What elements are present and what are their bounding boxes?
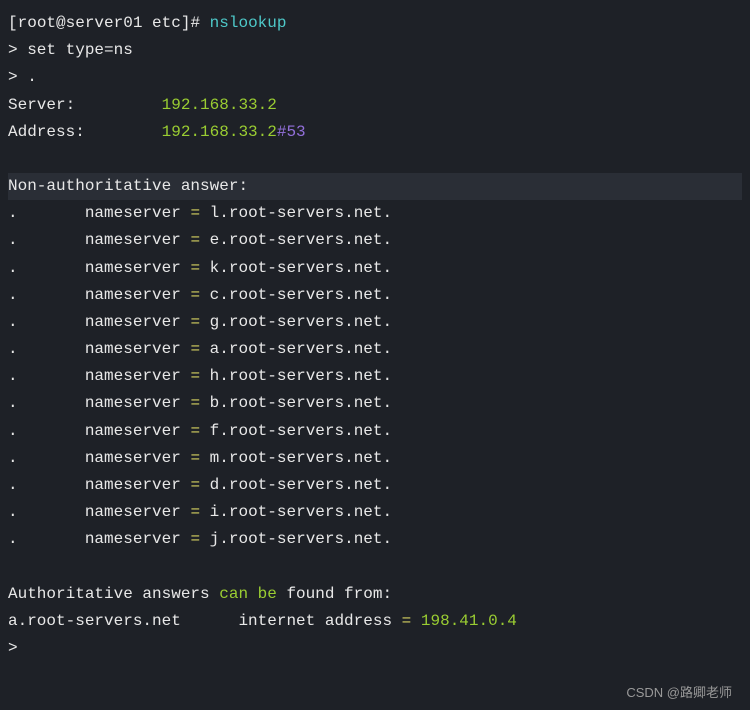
root-dot: . <box>8 204 18 222</box>
root-dot: . <box>8 231 18 249</box>
input-text: set type=ns <box>27 41 133 59</box>
root-dot: . <box>8 503 18 521</box>
nameserver-row: . nameserver = e.root-servers.net. <box>8 227 742 254</box>
input-text: . <box>27 68 37 86</box>
ns-label: nameserver <box>85 422 181 440</box>
ns-label: nameserver <box>85 503 181 521</box>
root-dot: . <box>8 476 18 494</box>
nameserver-row: . nameserver = j.root-servers.net. <box>8 526 742 553</box>
equals-sign: = <box>190 204 200 222</box>
prompt-marker: > <box>8 41 27 59</box>
ns-value: a.root-servers.net. <box>210 340 392 358</box>
equals-sign: = <box>190 449 200 467</box>
equals-sign: = <box>190 530 200 548</box>
ns-value: i.root-servers.net. <box>210 503 392 521</box>
equals-sign: = <box>190 422 200 440</box>
auth-footer-line: Authoritative answers can be found from: <box>8 581 742 608</box>
equals-sign: = <box>190 503 200 521</box>
port-number: 53 <box>286 123 305 141</box>
equals-sign: = <box>402 612 412 630</box>
ns-label: nameserver <box>85 530 181 548</box>
nameserver-row: . nameserver = g.root-servers.net. <box>8 309 742 336</box>
root-dot: . <box>8 340 18 358</box>
command-text: nslookup <box>210 14 287 32</box>
bracket-open: [ <box>8 14 18 32</box>
auth-text-1: Authoritative answers <box>8 585 219 603</box>
equals-sign: = <box>190 286 200 304</box>
nameserver-row: . nameserver = k.root-servers.net. <box>8 255 742 282</box>
ns-value: l.root-servers.net. <box>210 204 392 222</box>
ns-value: m.root-servers.net. <box>210 449 392 467</box>
ns-value: h.root-servers.net. <box>210 367 392 385</box>
hash-symbol: # <box>277 123 287 141</box>
nameserver-row: . nameserver = b.root-servers.net. <box>8 390 742 417</box>
prompt-symbol: > <box>8 639 18 657</box>
equals-sign: = <box>190 259 200 277</box>
root-dot: . <box>8 394 18 412</box>
nameserver-row: . nameserver = f.root-servers.net. <box>8 418 742 445</box>
nameserver-row: . nameserver = a.root-servers.net. <box>8 336 742 363</box>
address-line: Address: 192.168.33.2#53 <box>8 119 742 146</box>
ns-label: nameserver <box>85 286 181 304</box>
equals-sign: = <box>190 340 200 358</box>
input-line: > . <box>8 64 742 91</box>
bracket-close: ]# <box>181 14 210 32</box>
equals-sign: = <box>190 231 200 249</box>
ns-label: nameserver <box>85 367 181 385</box>
nameserver-row: . nameserver = d.root-servers.net. <box>8 472 742 499</box>
root-dot: . <box>8 259 18 277</box>
non-auth-text: Non-authoritative answer: <box>8 177 248 195</box>
nameserver-row: . nameserver = h.root-servers.net. <box>8 363 742 390</box>
equals-sign: = <box>190 313 200 331</box>
root-dot: . <box>8 286 18 304</box>
user-host: root@server01 etc <box>18 14 181 32</box>
ns-value: d.root-servers.net. <box>210 476 392 494</box>
input-line: > set type=ns <box>8 37 742 64</box>
ns-value: b.root-servers.net. <box>210 394 392 412</box>
ns-label: nameserver <box>85 313 181 331</box>
ns-label: nameserver <box>85 476 181 494</box>
ns-value: k.root-servers.net. <box>210 259 392 277</box>
address-ip: 192.168.33.2 <box>162 123 277 141</box>
watermark-text: CSDN @路卿老师 <box>626 682 732 704</box>
server-ip: 192.168.33.2 <box>162 96 277 114</box>
ns-value: f.root-servers.net. <box>210 422 392 440</box>
shell-prompt-line: [root@server01 etc]# nslookup <box>8 10 742 37</box>
equals-sign: = <box>190 476 200 494</box>
server-line: Server: 192.168.33.2 <box>8 92 742 119</box>
root-dot: . <box>8 530 18 548</box>
equals-sign: = <box>190 367 200 385</box>
final-prompt[interactable]: > <box>8 635 742 662</box>
root-dot: . <box>8 449 18 467</box>
equals-sign: = <box>190 394 200 412</box>
auth-address-line: a.root-servers.net internet address = 19… <box>8 608 742 635</box>
ns-label: nameserver <box>85 259 181 277</box>
auth-ip: 198.41.0.4 <box>421 612 517 630</box>
nameserver-row: . nameserver = l.root-servers.net. <box>8 200 742 227</box>
ns-value: g.root-servers.net. <box>210 313 392 331</box>
root-dot: . <box>8 367 18 385</box>
non-auth-header: Non-authoritative answer: <box>8 173 742 200</box>
root-dot: . <box>8 313 18 331</box>
auth-text-2: can be <box>219 585 277 603</box>
ns-label: nameserver <box>85 449 181 467</box>
nameserver-row: . nameserver = c.root-servers.net. <box>8 282 742 309</box>
ns-label: nameserver <box>85 340 181 358</box>
ns-label: nameserver <box>85 204 181 222</box>
ns-label: nameserver <box>85 394 181 412</box>
nameserver-row: . nameserver = i.root-servers.net. <box>8 499 742 526</box>
ns-label: nameserver <box>85 231 181 249</box>
auth-host: a.root-servers.net <box>8 612 181 630</box>
root-dot: . <box>8 422 18 440</box>
ns-value: c.root-servers.net. <box>210 286 392 304</box>
address-label: Address: <box>8 123 85 141</box>
ns-value: j.root-servers.net. <box>210 530 392 548</box>
auth-label: internet address <box>238 612 392 630</box>
nameserver-row: . nameserver = m.root-servers.net. <box>8 445 742 472</box>
prompt-marker: > <box>8 68 27 86</box>
ns-value: e.root-servers.net. <box>210 231 392 249</box>
auth-text-3: found from: <box>277 585 392 603</box>
server-label: Server: <box>8 96 75 114</box>
